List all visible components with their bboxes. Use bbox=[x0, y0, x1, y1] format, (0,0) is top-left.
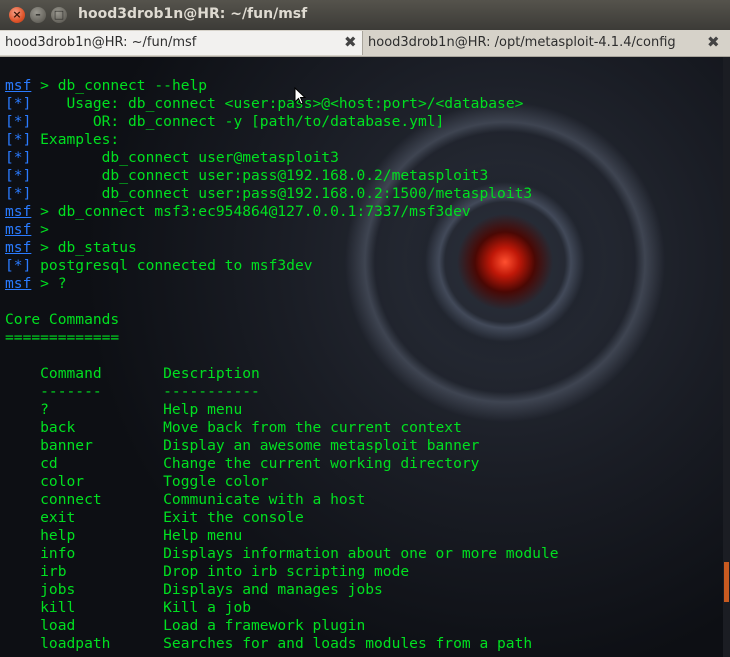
mouse-pointer-icon bbox=[294, 87, 307, 105]
terminal-line: msf > ? bbox=[5, 275, 559, 293]
terminal-line: Core Commands bbox=[5, 311, 559, 329]
line-text: Examples: bbox=[31, 131, 120, 148]
terminal-line: info Displays information about one or m… bbox=[5, 545, 559, 563]
terminal-line: msf > db_connect msf3:ec954864@127.0.0.1… bbox=[5, 203, 559, 221]
tab-label: hood3drob1n@HR: ~/fun/msf bbox=[5, 35, 197, 50]
scrollbar-thumb[interactable] bbox=[724, 562, 729, 602]
terminal-line: connect Communicate with a host bbox=[5, 491, 559, 509]
line-text: irb Drop into irb scripting mode bbox=[5, 563, 410, 580]
terminal-scrollbar[interactable] bbox=[723, 57, 730, 657]
terminal-line: [*] Examples: bbox=[5, 131, 559, 149]
terminal-line: help Help menu bbox=[5, 527, 559, 545]
line-text: > db_status bbox=[31, 239, 137, 256]
line-text: back Move back from the current context bbox=[5, 419, 462, 436]
line-text: jobs Displays and manages jobs bbox=[5, 581, 383, 598]
terminal-line: color Toggle color bbox=[5, 473, 559, 491]
status-marker: [*] bbox=[5, 257, 32, 274]
msf-prompt: msf bbox=[5, 77, 32, 94]
status-marker: [*] bbox=[5, 149, 32, 166]
line-text: > bbox=[31, 221, 49, 238]
line-text: loadpath Searches for and loads modules … bbox=[5, 635, 533, 652]
line-text: kill Kill a job bbox=[5, 599, 252, 616]
terminal-line: msf > db_connect --help bbox=[5, 77, 559, 95]
line-text: banner Display an awesome metasploit ban… bbox=[5, 437, 480, 454]
line-text: cd Change the current working directory bbox=[5, 455, 480, 472]
terminal-line: exit Exit the console bbox=[5, 509, 559, 527]
terminal-line: kill Kill a job bbox=[5, 599, 559, 617]
line-text: ============= bbox=[5, 329, 120, 346]
window-maximize-button[interactable]: □ bbox=[51, 7, 67, 23]
terminal-line: ? Help menu bbox=[5, 401, 559, 419]
msf-prompt: msf bbox=[5, 275, 32, 292]
close-tab-icon[interactable]: ✖ bbox=[707, 33, 720, 51]
tab-label: hood3drob1n@HR: /opt/metasploit-4.1.4/co… bbox=[368, 35, 676, 50]
msf-prompt: msf bbox=[5, 203, 32, 220]
msf-prompt: msf bbox=[5, 239, 32, 256]
line-text: > db_connect msf3:ec954864@127.0.0.1:733… bbox=[31, 203, 471, 220]
terminal-line: jobs Displays and manages jobs bbox=[5, 581, 559, 599]
terminal-line: back Move back from the current context bbox=[5, 419, 559, 437]
status-marker: [*] bbox=[5, 95, 32, 112]
terminal-line: [*] db_connect user@metasploit3 bbox=[5, 149, 559, 167]
line-text: info Displays information about one or m… bbox=[5, 545, 559, 562]
status-marker: [*] bbox=[5, 167, 32, 184]
line-text: ------- ----------- bbox=[5, 383, 260, 400]
terminal-line: banner Display an awesome metasploit ban… bbox=[5, 437, 559, 455]
line-text: OR: db_connect -y [path/to/database.yml] bbox=[31, 113, 445, 130]
terminal-line: [*] postgresql connected to msf3dev bbox=[5, 257, 559, 275]
terminal-line: msf > db_status bbox=[5, 239, 559, 257]
line-text: > db_connect --help bbox=[31, 77, 208, 94]
line-text: > ? bbox=[31, 275, 67, 292]
terminal-line: msf > bbox=[5, 221, 559, 239]
line-text: help Help menu bbox=[5, 527, 243, 544]
terminal-line: ============= bbox=[5, 329, 559, 347]
tab-metasploit-config[interactable]: hood3drob1n@HR: /opt/metasploit-4.1.4/co… bbox=[363, 31, 730, 55]
terminal-line: [*] Usage: db_connect <user:pass>@<host:… bbox=[5, 95, 559, 113]
tab-msf[interactable]: hood3drob1n@HR: ~/fun/msf ✖ bbox=[0, 31, 363, 55]
terminal-line: load Load a framework plugin bbox=[5, 617, 559, 635]
terminal-text: msf > db_connect --help [*] Usage: db_con… bbox=[5, 77, 559, 653]
window-minimize-button[interactable]: – bbox=[30, 7, 46, 23]
line-text: exit Exit the console bbox=[5, 509, 304, 526]
window-titlebar: × – □ hood3drob1n@HR: ~/fun/msf bbox=[0, 0, 730, 30]
close-tab-icon[interactable]: ✖ bbox=[344, 33, 357, 51]
line-text: db_connect user@metasploit3 bbox=[31, 149, 339, 166]
line-text: load Load a framework plugin bbox=[5, 617, 366, 634]
line-text: db_connect user:pass@192.168.0.2/metaspl… bbox=[31, 167, 489, 184]
terminal-line: [*] db_connect user:pass@192.168.0.2/met… bbox=[5, 167, 559, 185]
line-text: color Toggle color bbox=[5, 473, 269, 490]
terminal-line: cd Change the current working directory bbox=[5, 455, 559, 473]
terminal-line: [*] db_connect user:pass@192.168.0.2:150… bbox=[5, 185, 559, 203]
status-marker: [*] bbox=[5, 185, 32, 202]
window-close-button[interactable]: × bbox=[9, 7, 25, 23]
line-text: postgresql connected to msf3dev bbox=[31, 257, 313, 274]
msf-prompt: msf bbox=[5, 221, 32, 238]
terminal-output-area[interactable]: msf > db_connect --help [*] Usage: db_con… bbox=[0, 57, 730, 657]
terminal-line: Command Description bbox=[5, 365, 559, 383]
terminal-line: ------- ----------- bbox=[5, 383, 559, 401]
line-text: Command Description bbox=[5, 365, 260, 382]
status-marker: [*] bbox=[5, 131, 32, 148]
status-marker: [*] bbox=[5, 113, 32, 130]
terminal-line: [*] OR: db_connect -y [path/to/database.… bbox=[5, 113, 559, 131]
line-text: db_connect user:pass@192.168.0.2:1500/me… bbox=[31, 185, 533, 202]
line-text: ? Help menu bbox=[5, 401, 243, 418]
terminal-line: loadpath Searches for and loads modules … bbox=[5, 635, 559, 653]
window-title: hood3drob1n@HR: ~/fun/msf bbox=[78, 6, 308, 22]
line-text: Core Commands bbox=[5, 311, 120, 328]
line-text: Usage: db_connect <user:pass>@<host:port… bbox=[31, 95, 524, 112]
terminal-line: irb Drop into irb scripting mode bbox=[5, 563, 559, 581]
terminal-tab-bar: hood3drob1n@HR: ~/fun/msf ✖ hood3drob1n@… bbox=[0, 30, 730, 57]
line-text: connect Communicate with a host bbox=[5, 491, 366, 508]
